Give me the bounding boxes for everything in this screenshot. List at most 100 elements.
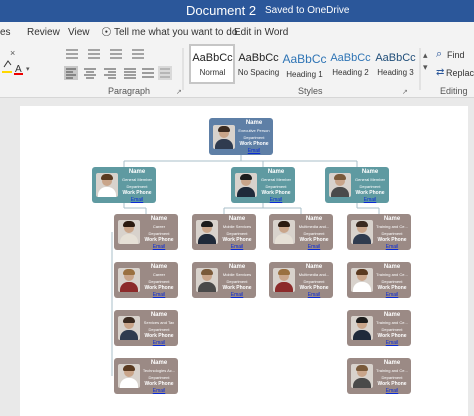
org-card-manager[interactable]: Name General Member Department Work Phone Em… (325, 167, 389, 203)
tab-review[interactable]: Review (27, 27, 60, 38)
person-title: Training and Ce... (376, 368, 408, 373)
profile-photo (118, 316, 140, 340)
scroll-down-icon: ▾ (423, 62, 428, 72)
person-title: Training and Ce... (376, 224, 408, 229)
org-card-staff[interactable]: Name Technologies Ac... Department Work Pho… (114, 358, 178, 394)
org-card-staff[interactable]: Name Mobile Services Department Work Phone E… (192, 262, 256, 298)
work-phone: Work Phone (377, 333, 407, 339)
email-link[interactable]: Email (297, 292, 331, 299)
work-phone: Work Phone (299, 285, 329, 291)
work-phone: Work Phone (299, 237, 329, 243)
email-link[interactable]: Email (142, 388, 176, 395)
org-card-executive[interactable]: Name Executive Person Department Work Phone… (209, 118, 273, 155)
email-link[interactable]: Email (259, 197, 293, 204)
org-card-manager[interactable]: Name General Member Department Work Phone Em… (92, 167, 156, 203)
email-link[interactable]: Email (142, 292, 176, 299)
tell-me-search[interactable]: Tell me what you want to do (114, 27, 237, 38)
style-heading-3[interactable]: AaBbCc Heading 3 (372, 46, 419, 82)
org-card-staff[interactable]: Name Training and Ce... Department Work Pho… (347, 214, 411, 250)
org-card-staff[interactable]: Name Multimedia and... Department Work Phon… (269, 214, 333, 250)
email-link[interactable]: Email (142, 340, 176, 347)
profile-photo (235, 173, 257, 197)
email-link[interactable]: Email (375, 244, 409, 251)
person-title: General Member (354, 177, 385, 182)
email-link[interactable]: Email (353, 197, 387, 204)
tab-edit-in-word[interactable]: Edit in Word (234, 27, 288, 38)
work-phone: Work Phone (144, 333, 174, 339)
person-department: Department (226, 279, 248, 284)
person-department: Department (303, 231, 325, 236)
person-name: Name (245, 120, 263, 126)
person-title: Mobile Services (222, 272, 252, 277)
style-normal[interactable]: AaBbCc Normal (189, 46, 236, 82)
email-link[interactable]: Email (375, 292, 409, 299)
find-button[interactable]: Find (447, 50, 465, 60)
work-phone: Work Phone (355, 190, 385, 196)
style-heading-1[interactable]: AaBbCc Heading 1 (281, 46, 328, 82)
scroll-up-icon: ▴ (423, 50, 428, 60)
email-link[interactable]: Email (142, 244, 176, 251)
person-department: Department (303, 279, 325, 284)
person-name: Name (150, 360, 168, 366)
style-heading-2[interactable]: AaBbCc Heading 2 (327, 46, 374, 82)
profile-photo (351, 316, 373, 340)
profile-photo (351, 220, 373, 244)
work-phone: Work Phone (144, 237, 174, 243)
org-card-staff[interactable]: Name Training and Ce... Department Work Pho… (347, 358, 411, 394)
person-title: Executive Person (238, 128, 270, 133)
replace-button[interactable]: Replace (446, 68, 474, 78)
work-phone: Work Phone (144, 381, 174, 387)
email-link[interactable]: Email (297, 244, 331, 251)
email-link[interactable]: Email (375, 340, 409, 347)
font-tools[interactable]: × A ▾ (2, 48, 30, 75)
profile-photo (196, 268, 218, 292)
org-card-staff[interactable]: Name Services and Tax Department Work Phone… (114, 310, 178, 346)
profile-photo (96, 173, 118, 197)
org-card-staff[interactable]: Name Career Department Work Phone Email (114, 262, 178, 298)
styles-group-label: Styles (298, 86, 323, 96)
person-department: Department (359, 184, 381, 189)
org-card-staff[interactable]: Name Career Department Work Phone Email (114, 214, 178, 250)
person-name: Name (150, 216, 168, 222)
email-link[interactable]: Email (220, 244, 254, 251)
org-card-staff[interactable]: Name Training and Ce... Department Work Pho… (347, 262, 411, 298)
work-phone: Work Phone (222, 285, 252, 291)
org-card-staff[interactable]: Name Multimedia and... Department Work Phon… (269, 262, 333, 298)
email-link[interactable]: Email (120, 197, 154, 204)
person-name: Name (267, 169, 285, 175)
person-title: Multimedia and... (298, 224, 330, 229)
document-page[interactable]: Name Executive Person Department Work Phone… (20, 106, 468, 416)
email-link[interactable]: Email (375, 388, 409, 395)
person-department: Department (381, 375, 403, 380)
org-card-staff[interactable]: Name Mobile Services Department Work Phone E… (192, 214, 256, 250)
person-name: Name (305, 264, 323, 270)
tab-view[interactable]: View (68, 27, 90, 38)
profile-photo (118, 220, 140, 244)
person-title: Career (152, 272, 166, 277)
person-name: Name (383, 216, 401, 222)
save-status: Saved to OneDrive (265, 5, 350, 16)
document-area: Name Executive Person Department Work Phone… (0, 99, 474, 416)
person-name: Name (150, 312, 168, 318)
person-title: Training and Ce... (376, 272, 408, 277)
ribbon: × A ▾ ▴ ▾ ⌕ ⇄ ↗ ↗ AaBbCc Normal AaBbCc N… (0, 42, 474, 98)
org-card-staff[interactable]: Name Training and Ce... Department Work Pho… (347, 310, 411, 346)
person-title: General Member (260, 177, 291, 182)
list-tools[interactable] (66, 49, 144, 59)
person-name: Name (383, 264, 401, 270)
person-department: Department (226, 231, 248, 236)
person-title: Mobile Services (222, 224, 252, 229)
person-name: Name (383, 312, 401, 318)
tab-partial[interactable]: es (0, 27, 11, 38)
person-department: Department (148, 375, 170, 380)
title-bar: Document 2 Saved to OneDrive (0, 0, 474, 22)
org-card-manager[interactable]: Name General Member Department Work Phone Em… (231, 167, 295, 203)
svg-text:×: × (10, 48, 15, 58)
work-phone: Work Phone (377, 285, 407, 291)
email-link[interactable]: Email (220, 292, 254, 299)
paragraph-launcher-icon: ↗ (176, 89, 182, 96)
profile-photo (329, 173, 351, 197)
style-no-spacing[interactable]: AaBbCc No Spacing (235, 46, 282, 82)
email-link[interactable]: Email (237, 148, 271, 155)
align-tools[interactable] (66, 68, 170, 79)
